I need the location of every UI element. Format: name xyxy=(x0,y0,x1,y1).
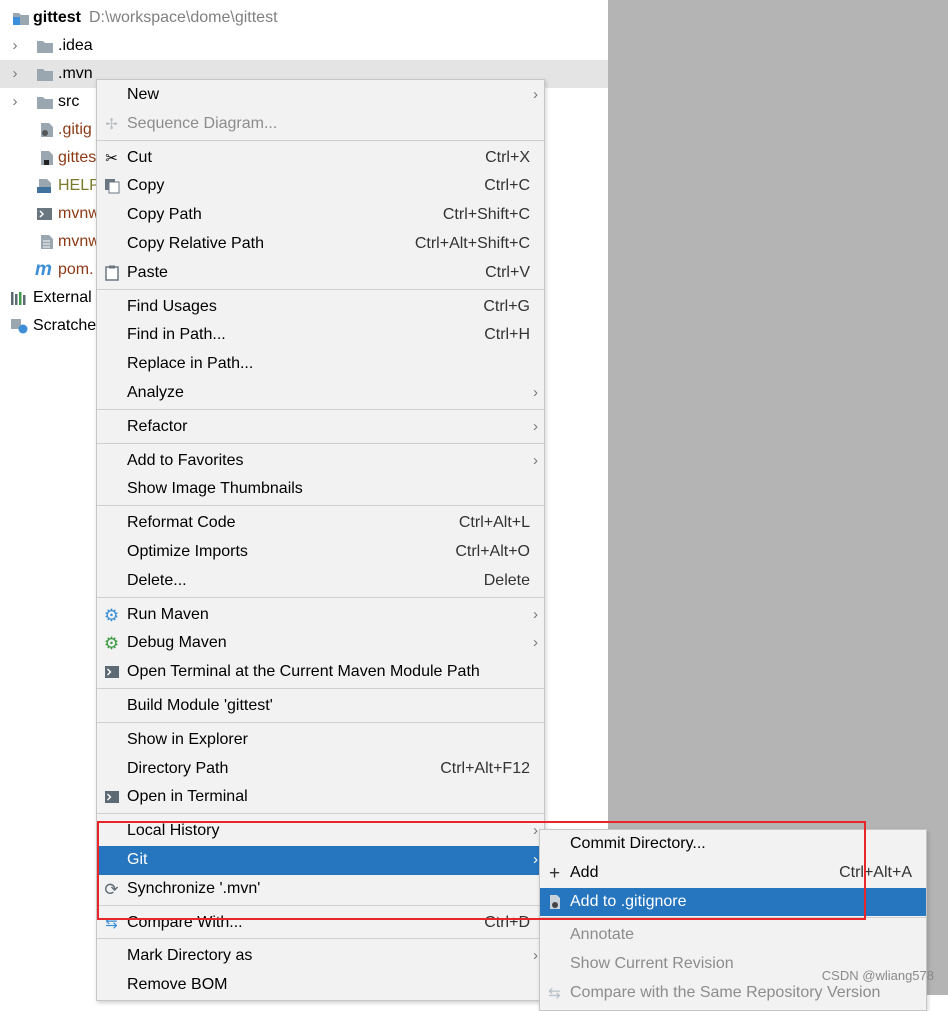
markdown-file-icon xyxy=(37,179,51,193)
chevron-right-icon: › xyxy=(533,417,538,435)
watermark: CSDN @wliang578 xyxy=(821,968,934,983)
library-icon xyxy=(11,292,26,305)
menu-item-copy[interactable]: Copy Ctrl+C xyxy=(97,172,544,201)
gitignore-file-icon xyxy=(41,123,53,137)
tree-item-label: mvnw xyxy=(58,233,100,250)
terminal-icon xyxy=(103,664,120,681)
menu-item-compare-with[interactable]: ⇆ Compare With... Ctrl+D xyxy=(97,909,544,938)
maven-icon: m xyxy=(35,259,52,280)
folder-icon xyxy=(37,97,53,109)
debug-gear-icon: ⚙ xyxy=(103,634,120,654)
menu-item-run-maven[interactable]: ⚙ Run Maven › xyxy=(97,601,544,630)
project-name: gittest xyxy=(33,9,81,26)
chevron-right-icon[interactable]: › xyxy=(8,88,22,116)
menu-item-find-in-path[interactable]: Find in Path... Ctrl+H xyxy=(97,321,544,350)
scratches-icon xyxy=(11,319,28,334)
menu-item-paste[interactable]: Paste Ctrl+V xyxy=(97,259,544,288)
menu-item-copy-relative-path[interactable]: Copy Relative Path Ctrl+Alt+Shift+C xyxy=(97,230,544,259)
menu-item-remove-bom[interactable]: Remove BOM xyxy=(97,971,544,1000)
submenu-item-compare-same-repo: ⇆ Compare with the Same Repository Versio… xyxy=(540,979,926,1008)
menu-item-find-usages[interactable]: Find Usages Ctrl+G xyxy=(97,293,544,322)
menu-item-refactor[interactable]: Refactor › xyxy=(97,413,544,442)
gear-icon: ⚙ xyxy=(103,605,120,625)
tree-root[interactable]: gittest D:\workspace\dome\gittest xyxy=(0,4,608,32)
project-path: D:\workspace\dome\gittest xyxy=(89,9,278,26)
chevron-right-icon[interactable]: › xyxy=(8,32,22,60)
tree-item-label: External xyxy=(33,289,92,306)
tree-item-idea[interactable]: › .idea xyxy=(0,32,608,60)
menu-item-optimize-imports[interactable]: Optimize Imports Ctrl+Alt+O xyxy=(97,538,544,567)
git-submenu: Commit Directory... + Add Ctrl+Alt+A Add t… xyxy=(539,829,927,1011)
menu-item-add-to-favorites[interactable]: Add to Favorites › xyxy=(97,447,544,476)
chevron-right-icon: › xyxy=(533,605,538,623)
tree-item-label: .gitig xyxy=(58,121,92,138)
menu-item-reformat-code[interactable]: Reformat Code Ctrl+Alt+L xyxy=(97,509,544,538)
menu-item-open-terminal-maven[interactable]: Open Terminal at the Current Maven Modul… xyxy=(97,658,544,687)
menu-item-show-in-explorer[interactable]: Show in Explorer xyxy=(97,726,544,755)
menu-item-analyze[interactable]: Analyze › xyxy=(97,379,544,408)
chevron-right-icon: › xyxy=(533,86,538,103)
project-folder-icon xyxy=(13,13,29,25)
chevron-right-icon: › xyxy=(533,947,538,965)
clipboard-icon xyxy=(103,265,120,282)
chevron-right-icon: › xyxy=(533,822,538,840)
tree-item-label: .idea xyxy=(58,37,93,54)
chevron-right-icon: › xyxy=(533,383,538,401)
tree-item-label: src xyxy=(58,93,80,110)
chevron-right-icon[interactable]: › xyxy=(8,60,22,88)
menu-item-cut[interactable]: ✂ Cut Ctrl+X xyxy=(97,144,544,173)
folder-icon xyxy=(37,41,53,53)
menu-item-sequence-diagram: ✢ Sequence Diagram... xyxy=(97,110,544,139)
menu-item-git[interactable]: Git › xyxy=(97,845,544,875)
chevron-right-icon: › xyxy=(533,634,538,652)
compare-arrows-icon: ⇆ xyxy=(105,914,118,932)
tree-item-label: gittes xyxy=(58,149,97,166)
menu-item-show-image-thumbnails[interactable]: Show Image Thumbnails xyxy=(97,475,544,504)
plus-icon: + xyxy=(548,862,561,884)
tree-item-label: HELP xyxy=(58,177,100,194)
refresh-icon: ⟳ xyxy=(104,879,119,899)
menu-item-directory-path[interactable]: Directory Path Ctrl+Alt+F12 xyxy=(97,755,544,784)
context-menu: New › ✢ Sequence Diagram... ✂ Cut Ctrl+X Cop… xyxy=(96,79,545,1001)
copy-icon xyxy=(103,178,120,195)
terminal-icon xyxy=(103,789,120,806)
gitignore-file-icon xyxy=(546,894,563,911)
menu-item-debug-maven[interactable]: ⚙ Debug Maven › xyxy=(97,629,544,658)
tree-item-label: .mvn xyxy=(58,65,93,82)
menu-item-replace-in-path[interactable]: Replace in Path... xyxy=(97,350,544,379)
submenu-item-add[interactable]: + Add Ctrl+Alt+A xyxy=(540,859,926,888)
menu-item-mark-directory-as[interactable]: Mark Directory as › xyxy=(97,942,544,971)
scissors-icon: ✂ xyxy=(105,149,118,167)
menu-item-open-in-terminal[interactable]: Open in Terminal xyxy=(97,783,544,812)
chevron-right-icon: › xyxy=(533,850,538,868)
menu-item-local-history[interactable]: Local History › xyxy=(97,817,544,846)
tree-item-label: pom. xyxy=(58,261,94,278)
submenu-item-add-to-gitignore[interactable]: Add to .gitignore xyxy=(540,887,926,917)
chevron-right-icon: › xyxy=(533,451,538,469)
menu-item-synchronize[interactable]: ⟳ Synchronize '.mvn' xyxy=(97,875,544,904)
compare-arrows-icon: ⇆ xyxy=(548,984,561,1002)
tree-item-label: Scratche xyxy=(33,317,97,334)
menu-item-build-module[interactable]: Build Module 'gittest' xyxy=(97,692,544,721)
menu-item-delete[interactable]: Delete... Delete xyxy=(97,567,544,596)
tree-item-label: mvnw xyxy=(58,205,100,222)
menu-item-copy-path[interactable]: Copy Path Ctrl+Shift+C xyxy=(97,201,544,230)
menu-item-new[interactable]: New › xyxy=(97,81,544,110)
folder-icon xyxy=(37,69,53,81)
text-file-icon xyxy=(41,235,53,249)
shell-script-icon xyxy=(37,208,52,220)
submenu-item-commit-directory[interactable]: Commit Directory... xyxy=(540,830,926,859)
sequence-diagram-icon: ✢ xyxy=(105,115,118,133)
module-file-icon xyxy=(41,151,53,165)
submenu-item-annotate: Annotate xyxy=(570,926,635,944)
